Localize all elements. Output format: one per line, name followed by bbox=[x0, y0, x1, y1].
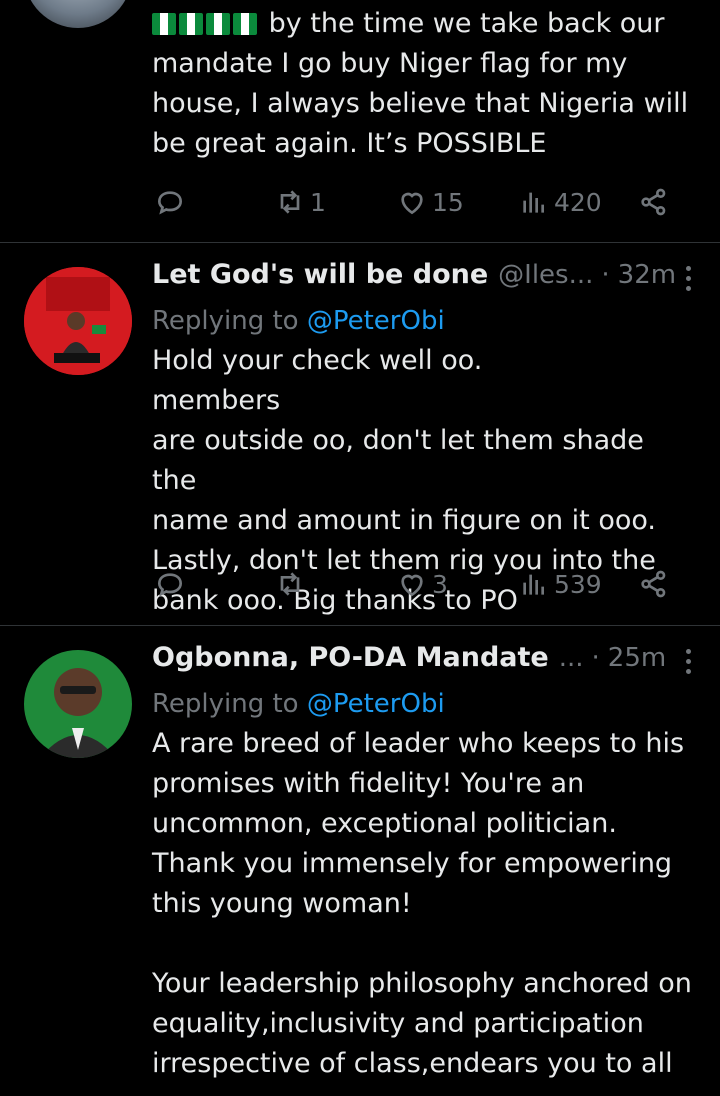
author-name[interactable]: Ogbonna, PO-DA Mandate bbox=[152, 642, 549, 673]
like-count: 15 bbox=[432, 187, 464, 217]
separator: · bbox=[601, 260, 610, 290]
timestamp[interactable]: 32m bbox=[618, 260, 676, 290]
retweet-button[interactable] bbox=[274, 564, 310, 604]
more-icon[interactable] bbox=[684, 646, 692, 676]
share-button[interactable] bbox=[638, 564, 670, 604]
views-button[interactable]: 539 bbox=[518, 564, 602, 604]
like-button[interactable]: 15 bbox=[396, 182, 464, 222]
reply-icon bbox=[157, 573, 183, 597]
author-name[interactable]: Let God's will be done bbox=[152, 259, 488, 290]
tweet-actions: 3 539 bbox=[152, 564, 682, 604]
author-handle[interactable]: @Iles... bbox=[498, 260, 593, 290]
nigeria-flag-icon bbox=[179, 13, 203, 35]
tweet-header: Let God's will be done @Iles... · 32m bbox=[152, 259, 692, 299]
like-icon bbox=[401, 192, 423, 215]
mention-link[interactable]: @PeterObi bbox=[307, 306, 445, 336]
timestamp[interactable]: 25m bbox=[608, 643, 666, 673]
reply-button[interactable] bbox=[154, 564, 190, 604]
retweet-count: 1 bbox=[310, 187, 326, 217]
tweet-header: Ogbonna, PO-DA Mandate ... · 25m bbox=[152, 642, 692, 682]
avatar[interactable] bbox=[24, 650, 132, 758]
like-count: 3 bbox=[432, 569, 448, 599]
reply-icon bbox=[157, 191, 183, 215]
like-icon bbox=[401, 574, 423, 597]
views-button[interactable]: 420 bbox=[518, 182, 602, 222]
retweet-button[interactable]: 1 bbox=[274, 182, 326, 222]
views-icon bbox=[523, 192, 544, 213]
reply-button[interactable] bbox=[154, 182, 190, 222]
views-icon bbox=[523, 574, 544, 595]
share-icon bbox=[641, 570, 666, 598]
avatar[interactable] bbox=[24, 0, 132, 28]
retweet-icon bbox=[280, 572, 300, 596]
mention-link[interactable]: @PeterObi bbox=[307, 689, 445, 719]
retweet-icon bbox=[280, 190, 300, 214]
tweet-text: A rare breed of leader who keeps to his … bbox=[152, 728, 692, 1079]
views-count: 420 bbox=[554, 187, 602, 217]
avatar-image bbox=[24, 267, 132, 375]
avatar[interactable] bbox=[24, 267, 132, 375]
tweet-1[interactable]: by the time we take back our mandate I g… bbox=[0, 0, 720, 242]
avatar-image bbox=[24, 650, 132, 758]
tweet-3[interactable]: Ogbonna, PO-DA Mandate ... · 25m Replyin… bbox=[0, 626, 720, 1096]
views-count: 539 bbox=[554, 569, 602, 599]
nigeria-flag-icon bbox=[233, 13, 257, 35]
nigeria-flag-icon bbox=[206, 13, 230, 35]
nigeria-flag-icon bbox=[152, 13, 176, 35]
share-button[interactable] bbox=[638, 182, 670, 222]
tweet-text: by the time we take back our mandate I g… bbox=[152, 8, 689, 159]
more-icon[interactable] bbox=[684, 263, 692, 293]
share-icon bbox=[641, 188, 666, 216]
separator: · bbox=[591, 643, 600, 673]
tweet-actions: 1 15 420 bbox=[152, 182, 682, 222]
tweet-2[interactable]: Let God's will be done @Iles... · 32m Re… bbox=[0, 243, 720, 625]
replying-to: Replying to @PeterObi bbox=[152, 689, 445, 719]
like-button[interactable]: 3 bbox=[396, 564, 448, 604]
replying-to: Replying to @PeterObi bbox=[152, 306, 445, 336]
author-handle[interactable]: ... bbox=[559, 643, 584, 673]
